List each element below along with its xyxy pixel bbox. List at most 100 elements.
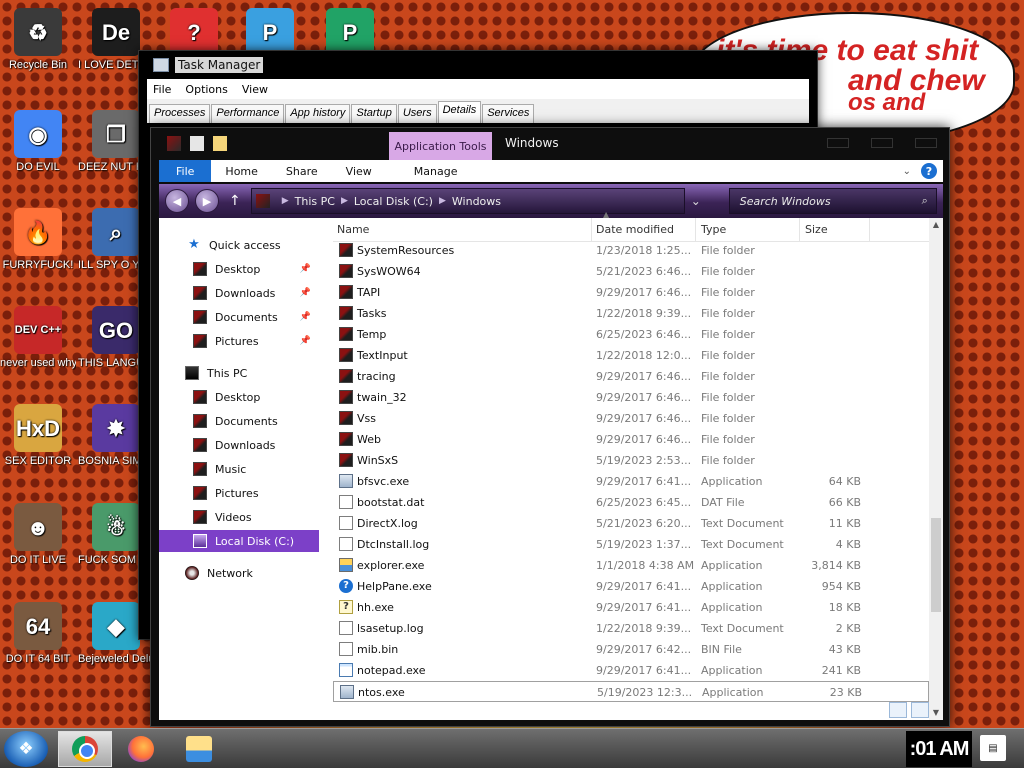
table-row[interactable]: Vss 9/29/2017 6:46... File folder bbox=[333, 408, 929, 429]
desktop-icon[interactable]: 64 DO IT 64 BIT bbox=[0, 602, 76, 666]
scroll-up-icon[interactable]: ▲ bbox=[929, 218, 943, 232]
table-row[interactable]: bfsvc.exe 9/29/2017 6:41... Application 64 … bbox=[333, 471, 929, 492]
desktop-icon[interactable]: HxD SEX EDITOR bbox=[0, 404, 76, 468]
table-row[interactable]: SystemResources 1/23/2018 1:25... File fol… bbox=[333, 240, 929, 261]
nav-quick-documents[interactable]: Documents 📌 bbox=[159, 306, 319, 328]
table-row[interactable]: WinSxS 5/19/2023 2:53... File folder bbox=[333, 450, 929, 471]
breadcrumb-windows[interactable]: Windows bbox=[452, 195, 501, 208]
nav-network[interactable]: Network bbox=[159, 562, 319, 584]
ribbon-tab-view[interactable]: View bbox=[332, 165, 386, 178]
table-row[interactable]: explorer.exe 1/1/2018 4:38 AM Application 3… bbox=[333, 555, 929, 576]
table-row[interactable]: Tasks 1/22/2018 9:39... File folder bbox=[333, 303, 929, 324]
desktop-icon[interactable]: 🔥 FURRYFUCK! bbox=[0, 208, 76, 272]
scrollbar-thumb[interactable] bbox=[931, 518, 941, 612]
nav-pc-music[interactable]: Music bbox=[159, 458, 319, 480]
table-row[interactable]: TAPI 9/29/2017 6:46... File folder bbox=[333, 282, 929, 303]
nav-quick-desktop[interactable]: Desktop 📌 bbox=[159, 258, 319, 280]
column-size[interactable]: Size bbox=[805, 223, 828, 236]
file-size: 43 KB bbox=[828, 643, 861, 656]
address-bar[interactable]: ▶ This PC ▶ Local Disk (C:) ▶ Windows bbox=[250, 188, 685, 214]
table-row[interactable]: TextInput 1/22/2018 12:0... File folder bbox=[333, 345, 929, 366]
column-divider[interactable] bbox=[799, 218, 800, 242]
table-row[interactable]: bootstat.dat 6/25/2023 6:45... DAT File 66 … bbox=[333, 492, 929, 513]
properties-icon[interactable] bbox=[190, 136, 204, 151]
column-divider[interactable] bbox=[591, 218, 592, 242]
details-view-icon[interactable] bbox=[889, 702, 907, 718]
desktop-icon[interactable]: ☻ DO IT LIVE bbox=[0, 503, 76, 567]
breadcrumb-this-pc[interactable]: This PC bbox=[295, 195, 335, 208]
desktop-icon[interactable]: ◉ DO EVIL bbox=[0, 110, 76, 174]
tab-services[interactable]: Services bbox=[482, 104, 535, 123]
tab-performance[interactable]: Performance bbox=[211, 104, 285, 123]
table-row[interactable]: ntos.exe 5/19/2023 12:3... Application 23 K… bbox=[333, 681, 929, 702]
ribbon-tab-home[interactable]: Home bbox=[211, 165, 271, 178]
column-name[interactable]: Name bbox=[337, 223, 369, 236]
taskbar-firefox[interactable] bbox=[114, 731, 168, 767]
action-center-icon[interactable]: ▤ bbox=[980, 735, 1006, 761]
forward-button[interactable]: ▶ bbox=[195, 189, 219, 213]
folder-icon bbox=[193, 286, 207, 300]
table-row[interactable]: tracing 9/29/2017 6:46... File folder bbox=[333, 366, 929, 387]
table-row[interactable]: Web 9/29/2017 6:46... File folder bbox=[333, 429, 929, 450]
column-divider[interactable] bbox=[695, 218, 696, 242]
menu-options[interactable]: Options bbox=[179, 83, 235, 96]
breadcrumb-local-disk[interactable]: Local Disk (C:) bbox=[354, 195, 433, 208]
nav-quick-access[interactable]: ★ Quick access bbox=[159, 234, 319, 256]
column-divider[interactable] bbox=[869, 218, 870, 242]
menu-file[interactable]: File bbox=[147, 83, 179, 96]
new-folder-icon[interactable] bbox=[213, 136, 227, 151]
task-manager-titlebar[interactable]: Task Manager bbox=[139, 51, 817, 79]
scroll-down-icon[interactable]: ▼ bbox=[929, 706, 943, 720]
column-type[interactable]: Type bbox=[701, 223, 726, 236]
large-icons-view-icon[interactable] bbox=[911, 702, 929, 718]
chevron-down-icon[interactable]: ⌄ bbox=[903, 166, 911, 177]
ribbon-tab-file[interactable]: File bbox=[159, 160, 212, 182]
nav-local-disk[interactable]: Local Disk (C:) bbox=[159, 530, 319, 552]
clock[interactable]: :01 AM bbox=[906, 731, 972, 767]
close-button[interactable] bbox=[915, 138, 937, 148]
tab-users[interactable]: Users bbox=[397, 104, 437, 123]
minimize-button[interactable] bbox=[827, 138, 849, 148]
nav-pc-downloads[interactable]: Downloads bbox=[159, 434, 319, 456]
table-row[interactable]: notepad.exe 9/29/2017 6:41... Application 2… bbox=[333, 660, 929, 681]
table-row[interactable]: lsasetup.log 1/22/2018 9:39... Text Docume… bbox=[333, 618, 929, 639]
table-row[interactable]: ? HelpPane.exe 9/29/2017 6:41... Applicatio… bbox=[333, 576, 929, 597]
nav-pc-pictures[interactable]: Pictures bbox=[159, 482, 319, 504]
nav-pc-documents[interactable]: Documents bbox=[159, 410, 319, 432]
nav-this-pc[interactable]: This PC bbox=[159, 362, 319, 384]
table-row[interactable]: Temp 6/25/2023 6:46... File folder bbox=[333, 324, 929, 345]
taskbar-file-explorer[interactable] bbox=[172, 731, 226, 767]
menu-view[interactable]: View bbox=[236, 83, 276, 96]
nav-quick-downloads[interactable]: Downloads 📌 bbox=[159, 282, 319, 304]
tab-app-history[interactable]: App history bbox=[285, 104, 351, 123]
desktop-icon[interactable]: ♻ Recycle Bin bbox=[0, 8, 76, 72]
refresh-icon[interactable]: ⌄ bbox=[691, 194, 709, 208]
table-row[interactable]: ? hh.exe 9/29/2017 6:41... Application 18 KB bbox=[333, 597, 929, 618]
search-input[interactable]: Search Windows ⌕ bbox=[728, 188, 937, 214]
nav-pc-desktop[interactable]: Desktop bbox=[159, 386, 319, 408]
vertical-scrollbar[interactable]: ▲ ▼ bbox=[929, 218, 943, 720]
ribbon-tab-share[interactable]: Share bbox=[272, 165, 332, 178]
explorer-titlebar[interactable]: Application Tools Windows bbox=[151, 128, 949, 160]
tab-processes[interactable]: Processes bbox=[149, 104, 211, 123]
table-row[interactable]: SysWOW64 5/21/2023 6:46... File folder bbox=[333, 261, 929, 282]
file-size: 64 KB bbox=[828, 475, 861, 488]
tab-details[interactable]: Details bbox=[437, 101, 482, 123]
table-row[interactable]: DirectX.log 5/21/2023 6:20... Text Documen… bbox=[333, 513, 929, 534]
nav-quick-pictures[interactable]: Pictures 📌 bbox=[159, 330, 319, 352]
start-button[interactable]: ❖ bbox=[4, 731, 48, 767]
column-date[interactable]: Date modified bbox=[596, 223, 674, 236]
back-button[interactable]: ◀ bbox=[165, 189, 189, 213]
help-icon[interactable]: ? bbox=[921, 163, 937, 179]
maximize-button[interactable] bbox=[871, 138, 893, 148]
nav-pc-videos[interactable]: Videos bbox=[159, 506, 319, 528]
ribbon-tab-manage[interactable]: Manage bbox=[400, 165, 472, 178]
table-row[interactable]: mib.bin 9/29/2017 6:42... BIN File 43 KB bbox=[333, 639, 929, 660]
tab-startup[interactable]: Startup bbox=[351, 104, 397, 123]
table-row[interactable]: DtcInstall.log 5/19/2023 1:37... Text Docu… bbox=[333, 534, 929, 555]
table-row[interactable]: twain_32 9/29/2017 6:46... File folder bbox=[333, 387, 929, 408]
taskbar-chrome[interactable] bbox=[58, 731, 112, 767]
file-date: 9/29/2017 6:41... bbox=[596, 580, 692, 593]
up-arrow-icon[interactable]: ↑ bbox=[229, 193, 241, 209]
desktop-icon[interactable]: DEV C++ never used why is it ... bbox=[0, 306, 76, 370]
